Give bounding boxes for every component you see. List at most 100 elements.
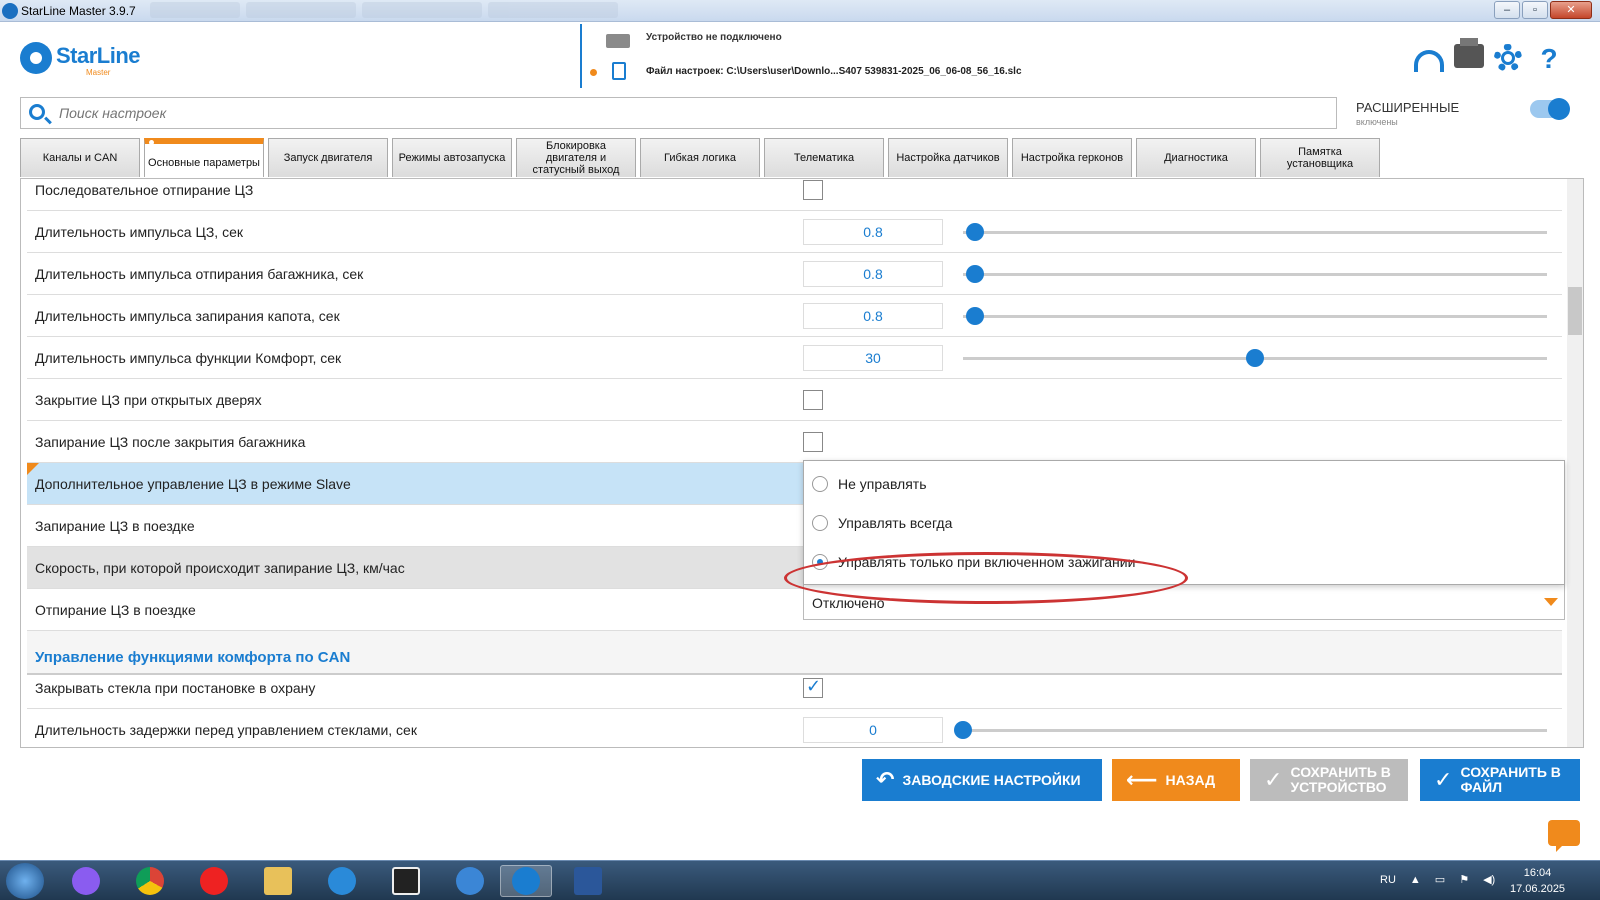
settings-tabs: Каналы и CAN Основные параметры Запуск д… [20,138,1380,178]
file-status-dot [590,69,597,76]
start-button[interactable] [6,863,44,899]
setting-row: Закрывать стекла при постановке в охрану [27,667,1562,709]
slider-track[interactable] [963,349,1547,367]
slider-handle[interactable] [1246,349,1264,367]
dropdown-option[interactable]: Управлять всегда [812,512,952,534]
support-headset-icon[interactable] [1414,44,1444,74]
value-field[interactable]: 30 [803,345,943,371]
value-field[interactable]: 0 [803,717,943,743]
section-title: Управление функциями комфорта по CAN [35,649,351,666]
tab-flex-logic[interactable]: Гибкая логика [640,138,760,177]
file-icon [612,62,626,80]
advanced-toggle[interactable] [1530,98,1570,120]
taskbar-word[interactable] [562,865,614,897]
setting-row: Длительность импульса функции Комфорт, с… [27,337,1562,379]
tab-reed-switches[interactable]: Настройка герконов [1012,138,1132,177]
save-to-file-button[interactable]: ✓ СОХРАНИТЬ В ФАЙЛ [1420,759,1580,801]
flag-icon[interactable]: ⚑ [1459,873,1469,886]
setting-row: Длительность импульса запирания капота, … [27,295,1562,337]
print-icon[interactable] [1454,38,1484,74]
option-label: Управлять всегда [838,515,953,531]
setting-label: Дополнительное управление ЦЗ в режиме Sl… [35,476,351,492]
tab-engine-block[interactable]: Блокировка двигателя и статусный выход [516,138,636,177]
value-field[interactable]: 0.8 [803,303,943,329]
taskbar-alice[interactable] [60,865,112,897]
setting-label: Запирание ЦЗ в поездке [35,518,195,534]
slider-handle[interactable] [965,307,984,325]
setting-label: Длительность импульса отпирания багажник… [35,266,364,282]
minimize-button[interactable]: – [1494,1,1520,19]
radio-button[interactable] [812,515,828,531]
tray-arrow-icon[interactable]: ▲ [1410,874,1421,886]
save-to-device-button[interactable]: ✓ СОХРАНИТЬ В УСТРОЙСТВО [1250,759,1408,801]
volume-icon[interactable]: ◀) [1483,873,1495,886]
setting-label: Длительность задержки перед управлением … [35,722,417,738]
content-scrollbar[interactable] [1567,179,1583,747]
setting-row: Длительность импульса отпирания багажник… [27,253,1562,295]
tab-autostart-modes[interactable]: Режимы автозапуска [392,138,512,177]
chat-icon[interactable] [1548,820,1580,852]
slider-track[interactable] [963,223,1547,241]
setting-label: Скорость, при которой происходит запиран… [35,560,405,576]
setting-label: Закрывать стекла при постановке в охрану [35,680,316,696]
tab-diagnostics[interactable]: Диагностика [1136,138,1256,177]
annotation-ellipse [784,552,1188,604]
setting-label: Запирание ЦЗ после закрытия багажника [35,434,306,450]
background-browser-tabs [150,2,710,20]
tab-installer-memo[interactable]: Памятка установщика [1260,138,1380,177]
help-icon[interactable]: ? [1534,44,1564,74]
taskbar-yandex[interactable] [188,865,240,897]
back-button[interactable]: ⟵ НАЗАД [1112,759,1240,801]
device-status-text: Устройство не подключено [646,32,782,43]
taskbar-ie[interactable] [316,865,368,897]
system-clock[interactable]: 16:04 17.06.2025 [1510,865,1565,897]
taskbar-starline-master[interactable] [500,865,552,897]
logo-word: StarLine [56,43,141,68]
setting-checkbox-checked[interactable] [803,676,823,698]
slider-handle[interactable] [954,721,972,739]
advanced-label: РАСШИРЕННЫЕ [1356,100,1460,115]
radio-button[interactable] [812,476,828,492]
tab-basic-params[interactable]: Основные параметры [144,138,264,177]
logo-sub: Master [86,68,111,77]
option-label: Не управлять [838,476,927,492]
setting-label: Длительность импульса функции Комфорт, с… [35,350,342,366]
slider-track[interactable] [954,721,1547,739]
slider-track[interactable] [963,265,1547,283]
close-button[interactable]: ✕ [1550,1,1592,19]
dropdown-option[interactable]: Не управлять [812,473,927,495]
settings-search[interactable] [20,97,1337,129]
setting-checkbox[interactable] [803,432,823,452]
taskbar-explorer[interactable] [252,865,304,897]
value-field[interactable]: 0.8 [803,219,943,245]
tab-telematics[interactable]: Телематика [764,138,884,177]
factory-settings-button[interactable]: ↶ ЗАВОДСКИЕ НАСТРОЙКИ [862,759,1102,801]
slider-handle[interactable] [965,223,984,241]
network-icon[interactable]: ▭ [1435,873,1445,886]
search-input[interactable] [59,103,1319,123]
tab-sensors[interactable]: Настройка датчиков [888,138,1008,177]
setting-label: Отпирание ЦЗ в поездке [35,602,196,618]
slider-handle[interactable] [965,265,984,283]
setting-checkbox[interactable] [803,180,823,200]
window-title: StarLine Master 3.9.7 [21,4,136,18]
slider-track[interactable] [963,307,1547,325]
taskbar-app[interactable] [380,865,432,897]
setting-label: Длительность импульса запирания капота, … [35,308,340,324]
scrollbar-thumb[interactable] [1568,287,1582,335]
settings-content: Последовательное отпирание ЦЗ Длительнос… [20,178,1584,748]
tab-channels-can[interactable]: Каналы и CAN [20,138,140,177]
maximize-button[interactable]: ▫ [1522,1,1548,19]
setting-row: Длительность импульса ЦЗ, сек 0.8 [27,211,1562,253]
search-icon [29,104,45,120]
advanced-sub: включены [1356,117,1398,127]
value-field[interactable]: 0.8 [803,261,943,287]
taskbar-starline-lock[interactable] [444,865,496,897]
setting-checkbox[interactable] [803,390,823,410]
settings-gear-icon[interactable] [1494,44,1524,74]
tab-engine-start[interactable]: Запуск двигателя [268,138,388,177]
settings-file-path: Файл настроек: C:\Users\user\Downlo...S4… [646,66,1022,77]
taskbar-chrome[interactable] [124,865,176,897]
setting-row: Закрытие ЦЗ при открытых дверях [27,379,1562,421]
language-indicator[interactable]: RU [1380,874,1396,886]
